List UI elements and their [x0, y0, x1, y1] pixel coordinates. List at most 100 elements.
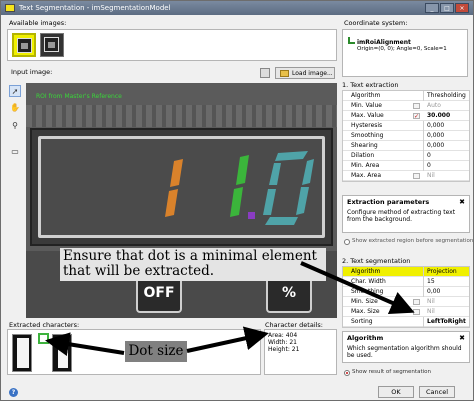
close-button[interactable]: ×	[455, 3, 469, 13]
property-value[interactable]: 0,00	[427, 287, 440, 296]
hand-pan-icon[interactable]: ✋	[9, 101, 21, 113]
app-icon	[5, 4, 15, 12]
checkbox[interactable]	[413, 173, 420, 179]
ok-button[interactable]: OK	[378, 386, 414, 398]
folder-icon	[280, 70, 289, 77]
digit-segment-orange	[170, 159, 183, 187]
zoom-icon[interactable]: ⚲	[9, 119, 21, 131]
description-text: Configure method of extracting text from…	[347, 209, 456, 223]
property-value[interactable]: Nil	[427, 297, 435, 306]
digit-segment-teal	[275, 151, 308, 161]
extracted-char-tile[interactable]	[12, 334, 32, 372]
property-key: Smoothing	[351, 132, 384, 139]
property-row-sorting[interactable]: Sorting LeftToRight	[343, 317, 469, 327]
extracted-characters-panel[interactable]: Dot size	[7, 329, 261, 375]
checkbox-checked[interactable]: ✓	[413, 113, 420, 120]
property-key: Smoothing	[351, 288, 384, 295]
property-row-min-area[interactable]: Min. Area 0	[343, 161, 469, 171]
coordinate-system-label: Coordinate system:	[344, 19, 408, 27]
dot-segment	[248, 212, 255, 219]
arrow-pointer-icon[interactable]: ➚	[9, 85, 21, 97]
title-bar: Text Segmentation - imSegmentationModel	[1, 1, 473, 15]
property-row-min-value[interactable]: Min. Value Auto	[343, 101, 469, 111]
property-value[interactable]: LeftToRight	[427, 317, 466, 326]
property-value[interactable]: 0,000	[427, 131, 444, 140]
property-key: Dilation	[351, 152, 375, 159]
property-row-dilation[interactable]: Dilation 0	[343, 151, 469, 161]
property-row-char-width[interactable]: Char. Width 15	[343, 277, 469, 287]
extracted-dot-tile[interactable]	[38, 333, 49, 344]
property-row-algorithm[interactable]: Algorithm Thresholding	[343, 91, 469, 101]
checkbox[interactable]	[413, 103, 420, 109]
image-thumbnail[interactable]	[40, 33, 64, 57]
property-value[interactable]: 0	[427, 161, 431, 170]
property-value[interactable]: 30.000	[427, 111, 450, 120]
property-key: Max. Area	[351, 172, 382, 179]
show-segmentation-result-label: Show result of segmentation	[352, 369, 431, 375]
property-key: Min. Area	[351, 162, 380, 169]
load-image-button[interactable]: Load image...	[275, 67, 335, 79]
property-value[interactable]: 0	[427, 151, 431, 160]
close-icon[interactable]: ✖	[458, 198, 466, 206]
property-key: Min. Size	[351, 298, 378, 305]
property-value[interactable]: Nil	[427, 171, 435, 180]
property-row-max-size[interactable]: Max. Size Nil	[343, 307, 469, 317]
detail-area: Area: 404	[268, 332, 298, 339]
image-thumbnail-selected[interactable]	[12, 33, 36, 57]
property-key: Algorithm	[351, 92, 381, 99]
property-value[interactable]: Nil	[427, 307, 435, 316]
cancel-button[interactable]: Cancel	[419, 386, 455, 398]
input-image-label: Input image:	[11, 68, 53, 76]
coordinate-system-box[interactable]: imRoiAlignment Origin=(0, 0); Angle=0, S…	[342, 29, 468, 77]
minimize-button[interactable]: _	[425, 3, 439, 13]
property-row-max-value[interactable]: Max. Value ✓ 30.000	[343, 111, 469, 121]
image-options-icon[interactable]	[260, 68, 270, 78]
display-top-texture	[26, 105, 337, 127]
text-segmentation-window: Text Segmentation - imSegmentationModel …	[0, 0, 474, 401]
property-row-max-area[interactable]: Max. Area Nil	[343, 171, 469, 181]
property-value[interactable]: Auto	[427, 101, 441, 110]
maximize-button[interactable]: □	[440, 3, 454, 13]
property-row-smoothing[interactable]: Smoothing 0,000	[343, 131, 469, 141]
digit-segment-teal	[263, 189, 276, 215]
property-value[interactable]: Projection	[427, 267, 457, 276]
property-row-min-size[interactable]: Min. Size Nil	[343, 297, 469, 307]
property-value[interactable]: Thresholding	[427, 91, 466, 100]
help-icon[interactable]: ?	[9, 388, 18, 397]
extracted-characters-label: Extracted characters:	[9, 321, 80, 329]
digit-segment-teal	[265, 217, 298, 225]
property-value[interactable]: 15	[427, 277, 435, 286]
digit-segment-orange	[165, 189, 178, 217]
text-segmentation-grid: Algorithm Projection Char. Width 15 Smooth…	[342, 266, 470, 328]
property-key: Max. Size	[351, 308, 380, 315]
roi-label: ROI from Master's Reference	[36, 93, 122, 100]
property-row-seg-smoothing[interactable]: Smoothing 0,00	[343, 287, 469, 297]
checkbox[interactable]	[413, 309, 420, 315]
available-images-label: Available images:	[9, 19, 67, 27]
property-value[interactable]: 0,000	[427, 141, 444, 150]
text-segmentation-heading: 2. Text segmentation	[342, 257, 411, 265]
show-extracted-region-label: Show extracted region before segmentatio…	[352, 238, 474, 244]
property-row-seg-algorithm[interactable]: Algorithm Projection	[343, 267, 469, 277]
coordinate-system-origin: Origin=(0, 0); Angle=0, Scale=1	[357, 46, 447, 52]
text-extraction-grid: Algorithm Thresholding Min. Value Auto Max…	[342, 90, 470, 182]
property-row-hysteresis[interactable]: Hysteresis 0,000	[343, 121, 469, 131]
load-image-label: Load image...	[292, 70, 333, 77]
character-details-label: Character details:	[265, 321, 324, 329]
show-extracted-region-radio[interactable]	[344, 239, 350, 245]
fit-icon[interactable]: ▭	[9, 145, 21, 157]
close-icon[interactable]: ✖	[458, 334, 466, 342]
digit-segment-teal	[302, 159, 314, 185]
window-title: Text Segmentation - imSegmentationModel	[19, 4, 171, 12]
image-viewer[interactable]: ROI from Master's Reference OFF % Ensure…	[26, 83, 337, 318]
show-segmentation-result-radio[interactable]	[344, 370, 350, 376]
checkbox[interactable]	[413, 299, 420, 305]
property-value[interactable]: 0,000	[427, 121, 444, 130]
description-title: Extraction parameters	[347, 198, 430, 206]
property-key: Shearing	[351, 142, 378, 149]
description-text: Which segmentation algorithm should be u…	[347, 345, 462, 359]
image-toolbar: ➚ ✋ ⚲ ▭	[7, 83, 23, 313]
extracted-char-tile[interactable]	[52, 334, 72, 372]
property-row-shearing[interactable]: Shearing 0,000	[343, 141, 469, 151]
digit-segment-green	[236, 155, 249, 185]
